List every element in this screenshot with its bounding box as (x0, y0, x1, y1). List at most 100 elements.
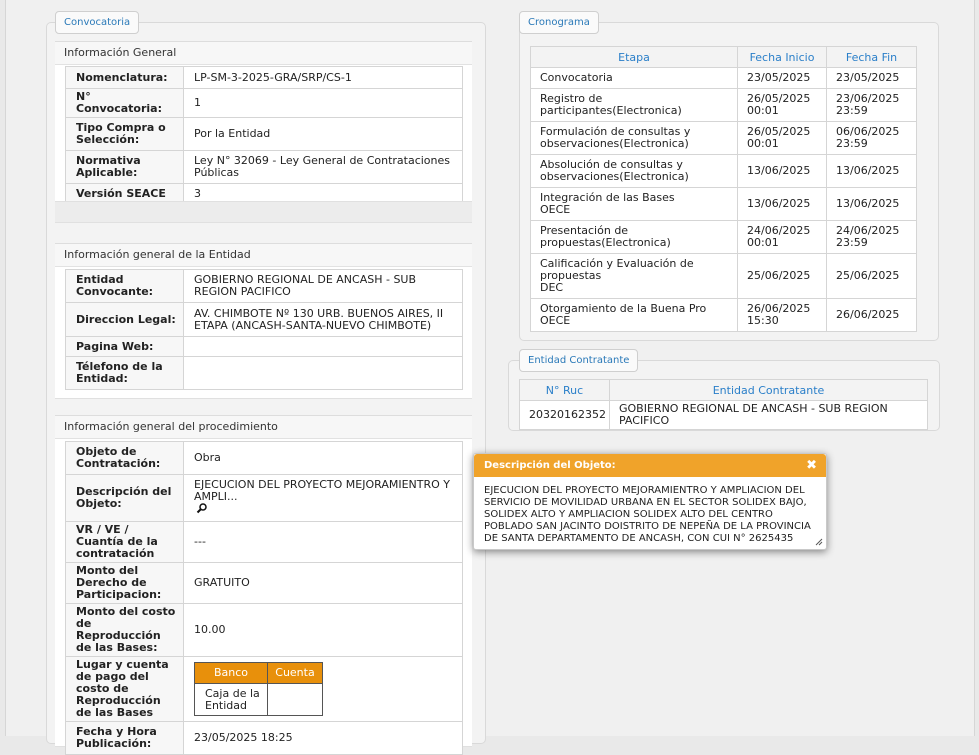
popup-title: Descripción del Objeto: (484, 460, 616, 471)
field-label: Descripción del Objeto: (65, 474, 184, 522)
info-general-title: Información General (55, 42, 472, 65)
separator (55, 201, 472, 223)
fecha-fin: 25/06/2025 (836, 269, 900, 282)
etapa-label: Absolución de consultas y observaciones(… (540, 158, 689, 183)
table-row: Presentación de propuestas(Electronica) 2… (530, 220, 917, 254)
table-row: Integración de las Bases OECE 13/06/2025 13… (530, 187, 917, 221)
table-row: Lugar y cuenta de pago del costo de Repr… (65, 656, 463, 722)
table-row: Fecha y Hora Publicación: 23/05/2025 18:2… (65, 721, 463, 755)
fecha-fin-cell: 13/06/2025 (826, 154, 917, 188)
info-procedimiento-table: Objeto de Contratación: Obra Descripción … (65, 441, 463, 755)
fecha-inicio: 13/06/2025 (747, 164, 811, 177)
field-label: N° Convocatoria: (65, 88, 184, 118)
fecha-inicio-cell: 26/06/2025 15:30 (737, 298, 827, 332)
fecha-inicio-cell: 24/06/2025 00:01 (737, 220, 827, 254)
etapa-responsable: OECE (540, 314, 571, 327)
field-label: Pagina Web: (65, 336, 184, 357)
etapa-label: Convocatoria (540, 71, 613, 84)
field-value (183, 336, 463, 357)
table-row: Monto del Derecho de Participacion: GRATU… (65, 562, 463, 604)
table-row: Normativa Aplicable: Ley N° 32069 - Ley G… (65, 150, 463, 184)
fecha-inicio: 25/06/2025 (747, 269, 811, 282)
tab-convocatoria[interactable]: Convocatoria (55, 11, 140, 34)
table-row: Formulación de consultas y observaciones… (530, 121, 917, 155)
fecha-fin-cell: 23/05/2025 (826, 67, 917, 89)
bank-value: Caja de la Entidad (194, 683, 268, 716)
fecha-fin-cell: 24/06/2025 23:59 (826, 220, 917, 254)
close-icon[interactable]: ✖ (806, 454, 817, 477)
info-procedimiento-title: Información general del procedimiento (55, 416, 472, 439)
column-header: Entidad Contratante (609, 379, 928, 401)
fecha-inicio: 23/05/2025 (747, 71, 811, 84)
info-entidad-title: Información general de la Entidad (55, 244, 472, 267)
hora-fin: 23:59 (836, 236, 868, 249)
fecha-fin: 26/06/2025 (836, 308, 900, 321)
resize-grip-icon[interactable] (815, 538, 823, 546)
bank-header: Banco (194, 662, 268, 684)
table-row: Monto del costo de Reproducción de las B… (65, 603, 463, 657)
description-truncated: EJECUCION DEL PROYECTO MEJORAMIENTRO Y A… (194, 478, 451, 503)
field-label: Monto del costo de Reproducción de las B… (65, 603, 184, 657)
hora-inicio: 00:01 (747, 236, 779, 249)
etapa-label: Calificación y Evaluación de propuestas (540, 257, 694, 282)
description-popup: Descripción del Objeto: ✖ EJECUCION DEL … (473, 453, 827, 550)
field-value: 23/05/2025 18:25 (183, 721, 463, 755)
cronograma-table: Etapa Fecha Inicio Fecha Fin Convocatori… (530, 46, 917, 332)
table-row: Registro de participantes(Electronica) 26… (530, 88, 917, 122)
column-header: N° Ruc (519, 379, 610, 401)
etapa-cell: Absolución de consultas y observaciones(… (530, 154, 738, 188)
etapa-label: Formulación de consultas y observaciones… (540, 125, 691, 150)
table-row: Absolución de consultas y observaciones(… (530, 154, 917, 188)
table-header-row: N° Ruc Entidad Contratante (519, 379, 928, 401)
fecha-fin-cell: 25/06/2025 (826, 253, 917, 299)
account-header: Cuenta (267, 662, 323, 684)
ruc-cell: 20320162352 (519, 400, 610, 430)
table-row: Calificación y Evaluación de propuestas D… (530, 253, 917, 299)
field-value: EJECUCION DEL PROYECTO MEJORAMIENTRO Y A… (183, 474, 463, 522)
tab-entidad-contratante[interactable]: Entidad Contratante (519, 349, 639, 372)
info-general-table: Nomenclatura: LP-SM-3-2025-GRA/SRP/CS-1 N… (65, 66, 463, 205)
popup-body: EJECUCION DEL PROYECTO MEJORAMIENTRO Y A… (484, 485, 811, 544)
hora-inicio: 00:01 (747, 104, 779, 117)
magnifier-icon[interactable] (196, 503, 208, 514)
fecha-inicio: 13/06/2025 (747, 197, 811, 210)
column-header: Fecha Fin (826, 46, 917, 68)
fecha-fin: 23/05/2025 (836, 71, 900, 84)
fecha-inicio-cell: 26/05/2025 00:01 (737, 121, 827, 155)
etapa-cell: Presentación de propuestas(Electronica) (530, 220, 738, 254)
entidad-cell: GOBIERNO REGIONAL DE ANCASH - SUB REGION… (609, 400, 928, 430)
field-value: 1 (183, 88, 463, 118)
field-label: Objeto de Contratación: (65, 441, 184, 475)
table-row: Otorgamiento de la Buena Pro OECE 26/06/20… (530, 298, 917, 332)
tab-cronograma[interactable]: Cronograma (519, 11, 599, 34)
table-row: 20320162352 GOBIERNO REGIONAL DE ANCASH … (519, 400, 928, 430)
etapa-cell: Convocatoria (530, 67, 738, 89)
fecha-fin-cell: 23/06/2025 23:59 (826, 88, 917, 122)
table-row: Nomenclatura: LP-SM-3-2025-GRA/SRP/CS-1 (65, 66, 463, 89)
etapa-responsable: DEC (540, 281, 564, 294)
fecha-inicio-cell: 13/06/2025 (737, 154, 827, 188)
fecha-fin-cell: 13/06/2025 (826, 187, 917, 221)
table-row: Objeto de Contratación: Obra (65, 441, 463, 475)
field-label: Télefono de la Entidad: (65, 356, 184, 390)
field-value: --- (183, 521, 463, 563)
hora-inicio: 00:01 (747, 137, 779, 150)
field-label: Normativa Aplicable: (65, 150, 184, 184)
table-row: N° Convocatoria: 1 (65, 88, 463, 118)
fecha-inicio-cell: 25/06/2025 (737, 253, 827, 299)
field-label: Monto del Derecho de Participacion: (65, 562, 184, 604)
field-label: Nomenclatura: (65, 66, 184, 89)
fecha-inicio-cell: 23/05/2025 (737, 67, 827, 89)
fecha-fin: 13/06/2025 (836, 164, 900, 177)
info-entidad-table: Entidad Convocante: GOBIERNO REGIONAL DE … (65, 269, 463, 390)
fecha-inicio-cell: 26/05/2025 00:01 (737, 88, 827, 122)
table-row: Pagina Web: (65, 336, 463, 357)
field-label: Entidad Convocante: (65, 269, 184, 303)
account-value (267, 683, 323, 716)
hora-fin: 23:59 (836, 137, 868, 150)
hora-fin: 23:59 (836, 104, 868, 117)
field-value: GOBIERNO REGIONAL DE ANCASH - SUB REGION… (183, 269, 463, 303)
column-header: Etapa (530, 46, 738, 68)
field-value: 10.00 (183, 603, 463, 657)
field-value: Por la Entidad (183, 117, 463, 151)
